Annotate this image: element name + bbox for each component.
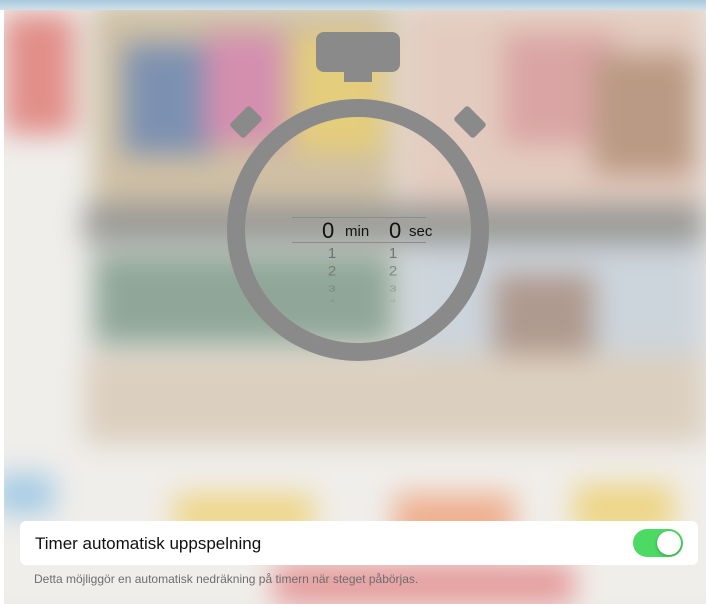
minutes-option[interactable]: 1 — [322, 246, 342, 262]
stopwatch-stem — [344, 70, 372, 82]
timer-autoplay-description: Detta möjliggör en automatisk nedräkning… — [34, 572, 419, 586]
minutes-unit: min — [345, 223, 370, 240]
seconds-option[interactable]: 3 — [383, 284, 403, 294]
minutes-selected: 0 — [322, 218, 335, 243]
toggle-knob — [657, 531, 681, 555]
minutes-option[interactable]: 3 — [322, 284, 342, 294]
seconds-option[interactable]: 1 — [383, 246, 403, 262]
stopwatch-crown — [316, 32, 400, 72]
picker-selection-top-line — [292, 217, 426, 218]
picker-selection-bottom-line — [292, 242, 426, 243]
timer-autoplay-setting-row: Timer automatisk uppspelning — [20, 521, 698, 565]
screen: 0 min 1 2 3 4 0 sec 1 2 3 4 Timer automa… — [0, 0, 706, 604]
seconds-unit: sec — [409, 223, 433, 240]
time-picker[interactable]: 0 min 1 2 3 4 0 sec 1 2 3 4 — [292, 215, 432, 305]
seconds-selected: 0 — [389, 218, 402, 243]
stopwatch-left-button — [230, 106, 262, 138]
timer-autoplay-label: Timer automatisk uppspelning — [35, 534, 262, 553]
seconds-option[interactable]: 2 — [383, 264, 403, 279]
stopwatch-right-button — [454, 106, 486, 138]
timer-autoplay-toggle[interactable] — [633, 529, 683, 557]
seconds-option[interactable]: 4 — [383, 298, 403, 304]
minutes-option[interactable]: 2 — [322, 264, 342, 279]
minutes-option[interactable]: 4 — [322, 298, 342, 304]
